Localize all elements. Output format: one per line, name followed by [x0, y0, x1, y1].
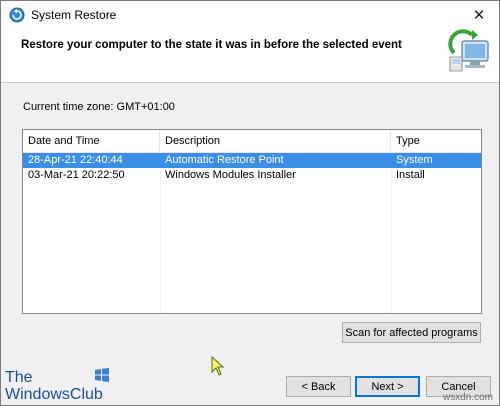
system-restore-icon [9, 7, 25, 23]
watermark-text: wsxdn.com [442, 392, 493, 403]
next-button[interactable]: Next > [355, 376, 420, 397]
scan-affected-programs-button[interactable]: Scan for affected programs [342, 322, 481, 343]
page-title: Restore your computer to the state it wa… [21, 39, 402, 51]
column-header-date[interactable]: Date and Time ⌄ [23, 130, 160, 152]
table-row[interactable]: 28-Apr-21 22:40:44 Automatic Restore Poi… [23, 153, 481, 168]
row-date: 28-Apr-21 22:40:44 [28, 154, 123, 166]
list-header: Date and Time ⌄ Description Type [23, 130, 481, 153]
restore-computer-icon [448, 29, 489, 72]
sort-arrow-icon: ⌄ [86, 133, 93, 142]
close-button[interactable]: ✕ [459, 1, 499, 29]
column-header-label: Description [165, 135, 221, 147]
table-row[interactable]: 03-Mar-21 20:22:50 Windows Modules Insta… [23, 168, 481, 183]
timezone-label: Current time zone: GMT+01:00 [23, 101, 175, 113]
system-restore-window: System Restore ✕ Restore your computer t… [0, 0, 500, 406]
row-type: System [396, 154, 433, 166]
wizard-header: Restore your computer to the state it wa… [1, 29, 499, 83]
back-button[interactable]: < Back [286, 376, 351, 397]
title-bar: System Restore ✕ [1, 1, 499, 29]
thewindowsclub-logo: The WindowsClub [5, 368, 115, 405]
mouse-pointer-icon [211, 356, 225, 376]
row-description: Automatic Restore Point [165, 154, 284, 166]
row-type: Install [396, 169, 425, 181]
close-icon: ✕ [472, 7, 486, 24]
column-header-description[interactable]: Description [160, 130, 391, 152]
restore-points-list[interactable]: Date and Time ⌄ Description Type 28-Apr-… [22, 129, 482, 314]
logo-line2: WindowsClub [5, 386, 103, 403]
window-title: System Restore [31, 8, 117, 22]
column-header-label: Type [396, 135, 420, 147]
windows-flag-icon [95, 368, 109, 382]
row-description: Windows Modules Installer [165, 169, 296, 181]
row-date: 03-Mar-21 20:22:50 [28, 169, 125, 181]
column-header-type[interactable]: Type [391, 130, 481, 152]
